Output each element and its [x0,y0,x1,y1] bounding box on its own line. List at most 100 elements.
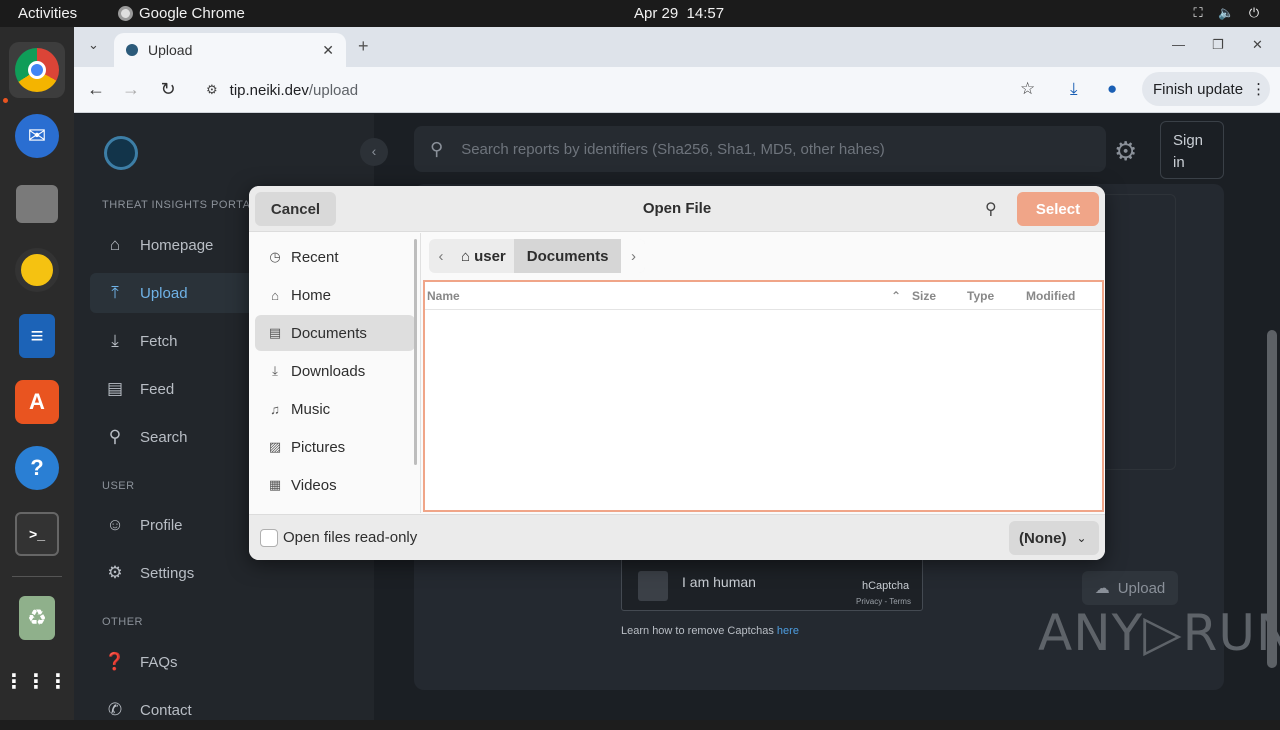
upload-button-label: Upload [1117,579,1166,597]
chevron-down-icon: ⌄ [1076,531,1087,545]
close-window-icon[interactable]: ✕ [1252,37,1263,53]
place-videos[interactable]: ▦ Videos [255,467,415,503]
path-label: user [474,247,506,265]
minimize-icon[interactable]: — [1172,37,1185,52]
dock-writer[interactable]: ≡ [9,308,65,364]
forward-icon[interactable]: → [120,79,142,100]
section-user-label: USER [102,480,135,492]
read-only-label[interactable]: Open files read-only [283,529,417,546]
file-list[interactable]: Name ⌃ Size Type Modified [423,280,1104,512]
place-home[interactable]: ⌂ Home [255,277,415,313]
column-name[interactable]: Name [427,289,460,303]
settings-gear-icon[interactable]: ⚙ [1114,136,1137,167]
search-icon[interactable]: ⚲ [985,199,997,219]
place-label: Recent [291,248,339,266]
path-segment-documents[interactable]: Documents [513,239,622,273]
tab-upload[interactable]: Upload ✕ [114,33,346,67]
place-pictures[interactable]: ▨ Pictures [255,429,415,465]
dialog-title: Open File [642,200,712,217]
network-icon: ⛶ [1193,5,1203,20]
tab-search-icon[interactable]: ⌄ [88,37,99,53]
dock-chrome[interactable] [9,42,65,98]
captcha-brand: hCaptcha [862,580,910,592]
dock-terminal[interactable]: >_ [9,506,65,562]
app-menu[interactable]: Google Chrome [118,5,245,22]
chrome-icon [118,6,133,21]
dock-trash[interactable]: ♻ [9,590,65,646]
finish-update-button[interactable]: Finish update ⋮ [1142,72,1270,106]
close-tab-icon[interactable]: ✕ [322,42,334,59]
power-icon: ⏻ [1248,5,1260,20]
nav-label: Search [140,428,188,446]
contact-icon: ✆ [107,700,123,719]
feed-icon: ▤ [106,379,124,398]
column-type[interactable]: Type [967,289,994,303]
captcha-note: Learn how to remove Captchas here [621,625,799,637]
dock-thunderbird[interactable]: ✉ [9,108,65,164]
bookmark-star-icon[interactable]: ☆ [1020,79,1035,99]
home-icon: ⌂ [271,287,279,303]
select-button[interactable]: Select [1017,192,1099,226]
page-scrollbar[interactable] [1267,330,1277,668]
nav-faqs[interactable]: ❓ FAQs [90,642,360,682]
place-downloads[interactable]: ⤓ Downloads [255,353,415,389]
captcha-terms[interactable]: Privacy - Terms [856,597,911,606]
captcha-note-text: Learn how to remove Captchas [621,625,777,637]
captcha-checkbox[interactable] [638,571,668,601]
finish-update-label: Finish update [1153,80,1244,98]
captcha-note-link[interactable]: here [777,625,799,637]
downloads-icon[interactable]: ⤓ [1070,79,1078,99]
place-music[interactable]: ♫ Music [255,391,415,427]
path-segment-user[interactable]: ⌂ user [453,239,514,273]
dock-app-grid[interactable]: ⋮⋮⋮ [4,653,70,709]
maximize-icon[interactable]: ❐ [1212,37,1224,53]
new-tab-button[interactable]: + [358,36,369,57]
more-menu-icon: ⋮ [1251,81,1267,98]
place-label: Documents [291,324,367,342]
app-grid-icon: ⋮⋮⋮ [4,670,70,693]
file-filter-dropdown[interactable]: (None) ⌄ [1009,521,1099,555]
dock: ✉ ≡ A ? >_ ♻ ⋮⋮⋮ [0,27,74,720]
help-icon: ? [15,446,59,490]
place-recent[interactable]: ◷ Recent [255,239,415,275]
report-search-input[interactable]: ⚲ Search reports by identifiers (Sha256,… [414,126,1106,172]
clock[interactable]: Apr 29 14:57 [634,5,724,22]
nav-contact[interactable]: ✆ Contact [90,690,360,730]
places-scrollbar[interactable] [414,239,417,465]
browser-toolbar: ← → ↻ ⚙ tip.neiki.dev/upload ☆ ⤓ ● Finis… [74,67,1280,113]
anyrun-watermark: ANY▷RUN [1038,604,1280,662]
search-icon: ⚲ [430,138,444,159]
activities-button[interactable]: Activities [18,5,77,22]
time: 14:57 [686,5,725,22]
terminal-icon: >_ [15,512,59,556]
home-icon: ⌂ [461,247,471,265]
system-tray[interactable]: ⛶ 🔈 ⏻ [1190,5,1262,21]
dialog-header: Cancel Open File ⚲ Select [249,186,1105,232]
address-bar[interactable]: ⚙ tip.neiki.dev/upload [194,73,1042,107]
path-back-icon[interactable]: ‹ [429,239,453,273]
back-icon[interactable]: ← [85,79,107,100]
site-info-icon[interactable]: ⚙ [206,82,218,98]
reload-icon[interactable]: ↻ [157,79,179,100]
places-sidebar: ◷ Recent ⌂ Home ▤ Documents ⤓ Downloads ♫ Mus… [249,233,421,513]
dock-files[interactable] [9,176,65,232]
place-documents[interactable]: ▤ Documents [255,315,415,351]
document-icon: ▤ [268,325,282,340]
profile-avatar-icon[interactable]: ● [1107,79,1117,99]
path-forward-icon[interactable]: › [621,239,646,273]
date: Apr 29 [634,5,679,22]
dock-app-center[interactable]: A [9,374,65,430]
dock-help[interactable]: ? [9,440,65,496]
sign-in-button[interactable]: Sign in [1160,121,1224,179]
column-modified[interactable]: Modified [1026,289,1075,303]
dock-rhythmbox[interactable] [9,242,65,298]
volume-icon: 🔈 [1218,5,1235,20]
upload-button[interactable]: ☁ Upload [1082,571,1178,605]
column-size[interactable]: Size [912,289,936,303]
nav-label: Profile [140,516,183,534]
sidebar-collapse-button[interactable]: ‹ [360,138,388,166]
read-only-checkbox[interactable] [260,529,278,547]
tab-strip: ⌄ Upload ✕ + — ❐ ✕ [74,27,1280,67]
home-icon: ⌂ [109,235,121,254]
portal-logo[interactable] [104,136,138,170]
